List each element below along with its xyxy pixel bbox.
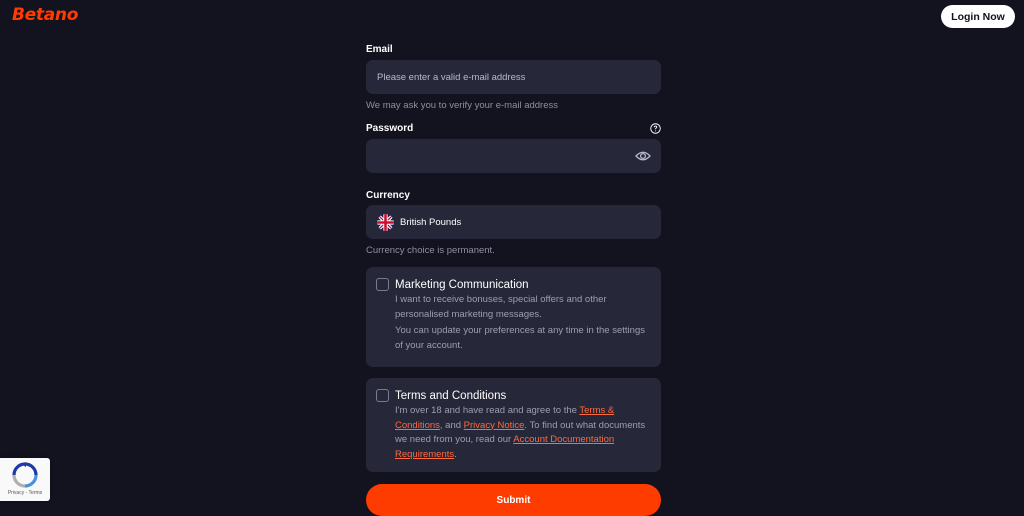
terms-description: I'm over 18 and have read and agree to t…	[395, 404, 650, 462]
recaptcha-links[interactable]: Privacy - Terms	[8, 490, 42, 496]
help-icon[interactable]	[650, 123, 661, 134]
marketing-description: I want to receive bonuses, special offer…	[395, 294, 607, 320]
currency-label: Currency	[366, 190, 410, 201]
password-field-container[interactable]	[366, 139, 661, 173]
password-label: Password	[366, 123, 414, 134]
betano-logo[interactable]: Betano	[12, 5, 78, 25]
terms-consent-card: Terms and Conditions I'm over 18 and hav…	[366, 378, 661, 472]
terms-consent-header: Terms and Conditions	[376, 389, 650, 402]
recaptcha-icon	[12, 462, 38, 488]
marketing-preferences-note: You can update your preferences at any t…	[395, 325, 645, 351]
currency-selected-value: British Pounds	[400, 216, 462, 228]
email-field[interactable]	[377, 71, 650, 83]
terms-text-d: .	[454, 448, 457, 460]
email-hint: We may ask you to verify your e-mail add…	[366, 100, 559, 111]
currency-select[interactable]: British Pounds	[366, 205, 661, 239]
uk-flag-icon	[377, 213, 394, 231]
terms-checkbox[interactable]	[376, 389, 389, 402]
terms-title: Terms and Conditions	[395, 389, 507, 402]
marketing-checkbox[interactable]	[376, 278, 389, 291]
email-label: Email	[366, 44, 393, 55]
currency-hint: Currency choice is permanent.	[366, 245, 495, 256]
show-password-icon[interactable]	[635, 149, 651, 163]
terms-text-a: I'm over 18 and have read and agree to t…	[395, 405, 580, 416]
privacy-notice-link[interactable]: Privacy Notice	[464, 420, 525, 431]
recaptcha-badge[interactable]: Privacy - Terms	[0, 458, 50, 501]
password-field[interactable]	[377, 150, 650, 162]
marketing-consent-header: Marketing Communication	[376, 278, 650, 291]
marketing-consent-card: Marketing Communication I want to receiv…	[366, 267, 661, 367]
submit-button[interactable]: Submit	[366, 484, 661, 516]
terms-text-b: and	[442, 419, 464, 431]
email-field-container[interactable]	[366, 60, 661, 94]
marketing-title: Marketing Communication	[395, 278, 529, 291]
login-button[interactable]: Login Now	[941, 5, 1015, 28]
